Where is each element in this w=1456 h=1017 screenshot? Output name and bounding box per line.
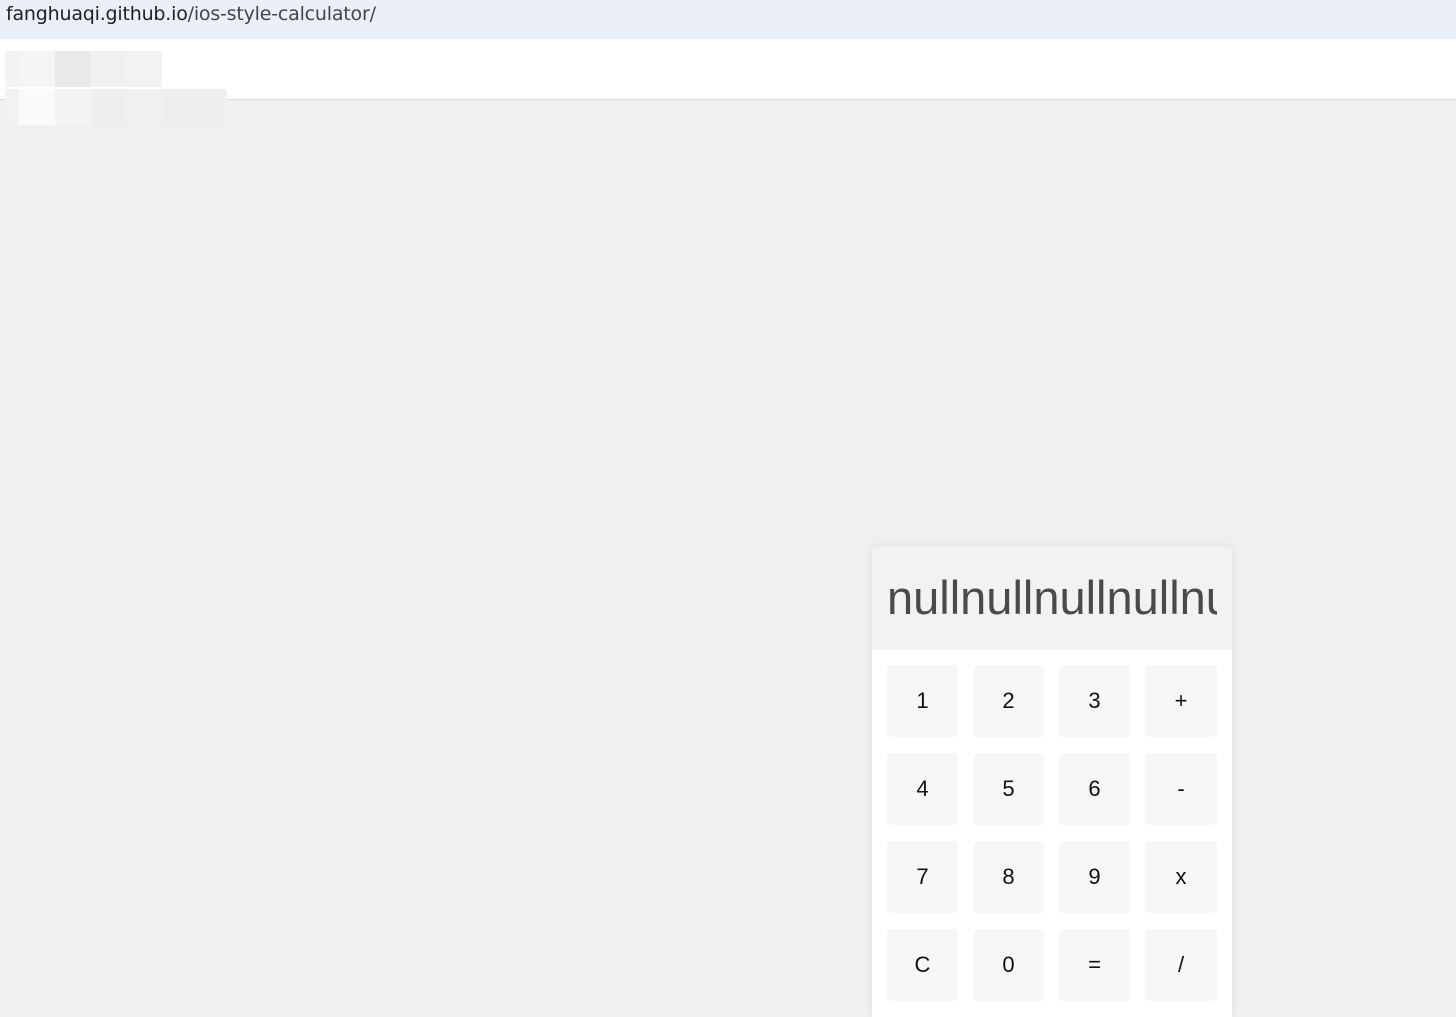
key-2[interactable]: 2: [973, 665, 1044, 737]
key-multiply[interactable]: x: [1145, 841, 1217, 913]
browser-address-bar[interactable]: fanghuaqi.github.io/ios-style-calculator…: [0, 0, 1456, 39]
key-5[interactable]: 5: [973, 753, 1044, 825]
key-4[interactable]: 4: [887, 753, 958, 825]
key-0[interactable]: 0: [973, 929, 1044, 1001]
key-clear[interactable]: C: [887, 929, 958, 1001]
key-plus[interactable]: +: [1145, 665, 1217, 737]
calculator: nullnullnullnullnull 1 2 3 + 4 5 6 - 7 8…: [872, 547, 1232, 1017]
key-equals[interactable]: =: [1059, 929, 1130, 1001]
key-minus[interactable]: -: [1145, 753, 1217, 825]
key-8[interactable]: 8: [973, 841, 1044, 913]
key-9[interactable]: 9: [1059, 841, 1130, 913]
key-1[interactable]: 1: [887, 665, 958, 737]
key-divide[interactable]: /: [1145, 929, 1217, 1001]
blurred-logo: [5, 51, 227, 125]
calculator-display: nullnullnullnullnull: [872, 547, 1232, 650]
key-7[interactable]: 7: [887, 841, 958, 913]
url-host: fanghuaqi.github.io: [6, 3, 188, 25]
display-value: nullnullnullnullnull: [887, 571, 1217, 624]
url-text[interactable]: fanghuaqi.github.io/ios-style-calculator…: [6, 2, 376, 26]
key-3[interactable]: 3: [1059, 665, 1130, 737]
key-6[interactable]: 6: [1059, 753, 1130, 825]
url-path: /ios-style-calculator/: [187, 3, 376, 25]
